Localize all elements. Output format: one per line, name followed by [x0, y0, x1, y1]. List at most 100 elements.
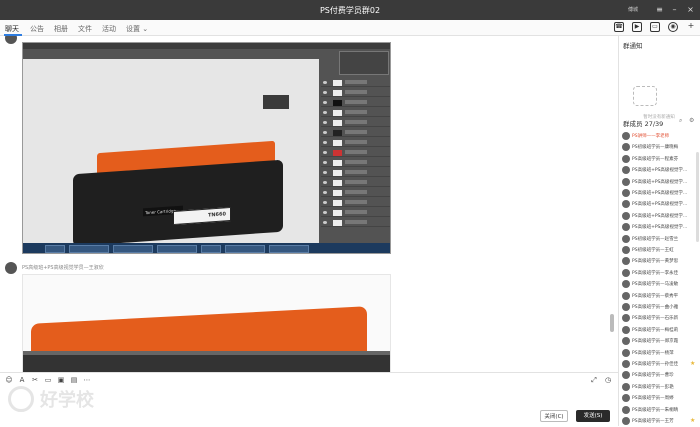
member-name: PS高级班学员—李永佳 [632, 270, 679, 276]
avatar[interactable] [5, 262, 17, 274]
star-icon: ★ [690, 417, 696, 424]
member-name: PS高级班学员—朱桐晴 [632, 407, 679, 413]
member-settings-icon[interactable]: ⚙ [689, 117, 694, 124]
announcement-empty-icon [633, 86, 657, 106]
member-item[interactable]: PS高级班学员—李永佳 [622, 268, 700, 279]
avatar [622, 405, 630, 414]
tab-album[interactable]: 相册 [54, 24, 68, 34]
avatar [622, 303, 630, 311]
member-item[interactable]: PS高级班+PS高级视觉学... [622, 222, 700, 233]
toner-cartridge-image[interactable] [22, 274, 391, 372]
avatar [622, 234, 630, 243]
announcement-title: 群通知 [623, 42, 643, 50]
avatar [622, 268, 630, 277]
title-bar: PS付费学员群02 傅城 ≡ – × [0, 0, 700, 20]
member-name: PS高级班学员—彭艳 [632, 384, 674, 390]
screen-share-icon[interactable]: ▭ [650, 22, 660, 32]
member-name: PS高级班学员—黄梦思 [632, 259, 679, 265]
phone-icon[interactable]: ☎ [614, 22, 624, 32]
avatar[interactable] [5, 36, 17, 44]
tab-settings[interactable]: 设置 ⌄ [126, 24, 148, 34]
tab-chat[interactable]: 聊天 [5, 24, 19, 34]
windows-taskbar [23, 243, 390, 253]
avatar [622, 348, 630, 357]
ps-dialog [339, 51, 389, 75]
video-icon[interactable]: ▶ [632, 22, 642, 32]
member-name: PS高级班学员—蔡秀平 [632, 293, 679, 299]
member-name: PS初级班学员—康晓梅 [632, 145, 679, 151]
ps-canvas: Toner Cartridge TN660 [23, 59, 319, 247]
avatar [622, 371, 630, 380]
member-item[interactable]: PS高级班学员—杨萍 [622, 348, 700, 359]
chat-scrollbar[interactable] [610, 314, 614, 332]
tab-files[interactable]: 文件 [78, 24, 92, 34]
member-name: PS高级班学员—程素芬 [632, 156, 679, 162]
current-user[interactable]: 傅城 [628, 6, 638, 13]
member-item[interactable]: PS高级班学员—梅桂莉 [622, 325, 700, 336]
avatar [622, 291, 630, 300]
member-item[interactable]: PS高级班+PS高级视觉学... [622, 188, 700, 199]
member-name: PS高级班+PS高级视觉学... [632, 168, 688, 174]
member-item[interactable]: PS初级班学员—王虹 [622, 245, 700, 256]
member-item[interactable]: PS初级班学员—康晓梅 [622, 142, 700, 153]
history-icon[interactable]: ◷ [604, 376, 612, 384]
search-icon[interactable]: ⌕ [679, 117, 682, 125]
member-name: PS高级班+PS高级视觉学... [632, 202, 688, 208]
members-title: 群成员 27/39 [623, 120, 664, 128]
app-icon[interactable]: ◉ [668, 22, 678, 32]
chat-history[interactable]: Toner Cartridge TN660 PS高级班+PS高级视觉学员—王淑欣 [0, 36, 618, 372]
member-item[interactable]: PS高级班学员—朱桐晴 [622, 405, 700, 416]
member-item[interactable]: PS高级班学员—马凌敏 [622, 279, 700, 290]
settings-menu-icon[interactable]: ≡ [654, 4, 665, 15]
tab-activity[interactable]: 活动 [102, 24, 116, 34]
member-name: PS高级班学员—马凌敏 [632, 282, 679, 288]
member-item[interactable]: PS高级班+PS高级视觉学... [622, 177, 700, 188]
member-item[interactable]: PS高级班学员—周婷 [622, 393, 700, 404]
toner-body [23, 355, 390, 372]
add-icon[interactable]: + [686, 22, 696, 32]
member-name: PS高级班学员—石乐新 [632, 316, 679, 322]
ps-layers-panel [319, 49, 390, 243]
member-item[interactable]: PS讲师——李老师 [622, 131, 700, 142]
member-item[interactable]: PS高级班+PS高级视觉学... [622, 199, 700, 210]
member-item[interactable]: PS高级班学员—彭艳 [622, 382, 700, 393]
member-item[interactable]: PS高级班学员—石乐新 [622, 313, 700, 324]
member-item[interactable]: PS高级班学员—曲小雅 [622, 302, 700, 313]
send-button[interactable]: 发送(S) [576, 410, 610, 422]
photoshop-screenshot-image[interactable]: Toner Cartridge TN660 [22, 42, 391, 254]
avatar [622, 154, 630, 163]
watermark-logo: 好学校 [8, 382, 128, 422]
member-name: PS高级班学员—郑京霞 [632, 339, 679, 345]
ps-document-tabs [23, 49, 319, 59]
member-item[interactable]: PS高级班学员—曹珍 [622, 370, 700, 381]
member-item[interactable]: PS高级班学员—孙佳佳 ★ [622, 359, 700, 370]
avatar [622, 177, 630, 186]
member-name: PS高级班学员—曲小雅 [632, 305, 679, 310]
member-item[interactable]: PS高级班+PS高级视觉学... [622, 165, 700, 176]
ps-mini-dialog [263, 95, 289, 109]
member-name: PS讲师——李老师 [632, 134, 670, 139]
member-item[interactable]: PS高级班学员—王芳 ★ [622, 416, 700, 427]
member-item[interactable]: PS初级班学员—赵雪兰 [622, 234, 700, 245]
member-name: PS高级班+PS高级视觉学... [632, 179, 688, 185]
member-name: PS初级班学员—王虹 [632, 248, 674, 253]
minimize-icon[interactable]: – [669, 4, 680, 15]
member-item[interactable]: PS高级班学员—蔡秀平 [622, 291, 700, 302]
group-sidebar: 群通知 暂时没有新通知 群成员 27/39 ⌕ ⚙ PS讲师——李老师 PS初级班… [618, 36, 700, 426]
close-icon[interactable]: × [685, 4, 696, 15]
avatar [622, 211, 630, 220]
expand-icon[interactable]: ⤢ [590, 376, 598, 384]
avatar [622, 200, 630, 209]
message-sender: PS高级班+PS高级视觉学员—王淑欣 [22, 265, 104, 271]
member-item[interactable]: PS高级班学员—黄梦思 [622, 256, 700, 267]
star-icon: ★ [690, 360, 696, 367]
member-item[interactable]: PS高级班学员—程素芬 [622, 154, 700, 165]
member-item[interactable]: PS高级班学员—郑京霞 [622, 336, 700, 347]
avatar [622, 246, 630, 254]
close-button[interactable]: 关闭(C) [540, 410, 568, 422]
avatar [622, 223, 630, 232]
tab-announcement[interactable]: 公告 [30, 24, 44, 34]
member-name: PS高级班+PS高级视觉学... [632, 191, 688, 196]
member-item[interactable]: PS高级班+PS高级视觉学... [622, 211, 700, 222]
member-name: PS高级班学员—曹珍 [632, 373, 674, 379]
